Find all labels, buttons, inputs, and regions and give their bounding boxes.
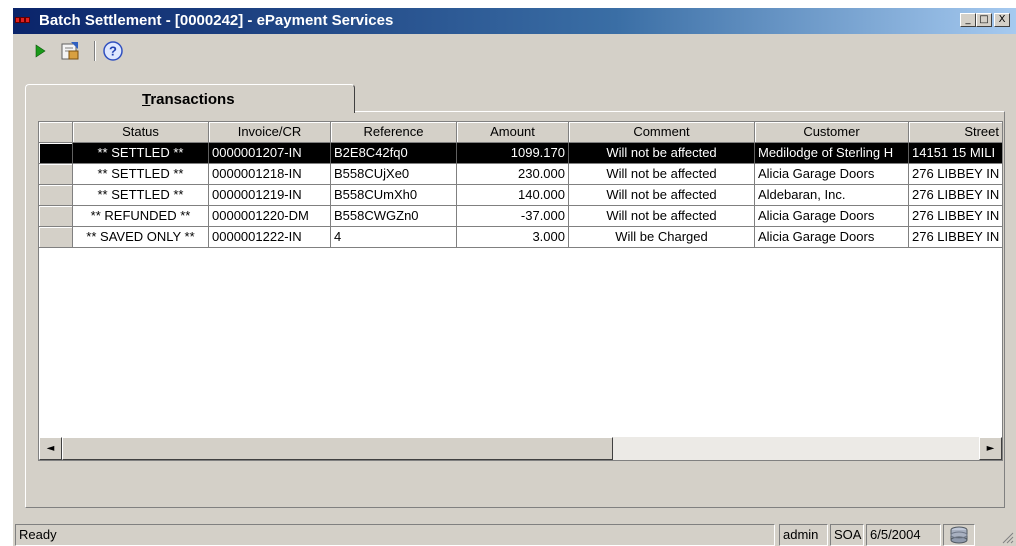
column-header-customer[interactable]: Customer <box>755 122 909 143</box>
toolbar-separator <box>94 41 96 61</box>
table-row[interactable]: ** SAVED ONLY ** 0000001222-IN 4 3.000 W… <box>39 227 1002 248</box>
column-header-invoice[interactable]: Invoice/CR <box>209 122 331 143</box>
import-icon[interactable] <box>59 40 81 62</box>
help-icon[interactable]: ? <box>102 40 124 62</box>
title-bar[interactable]: Batch Settlement - [0000242] - ePayment … <box>13 8 1016 34</box>
table-row[interactable]: ** REFUNDED ** 0000001220-DM B558CWGZn0 … <box>39 206 1002 227</box>
horizontal-scrollbar[interactable]: ◄ ► <box>39 437 1002 460</box>
cell-amount: 140.000 <box>457 185 569 206</box>
cell-customer: Alicia Garage Doors <box>755 206 909 227</box>
cell-customer: Alicia Garage Doors <box>755 164 909 185</box>
status-company: SOA <box>830 524 864 546</box>
toolbar: ? <box>13 34 1016 68</box>
cell-comment: Will be Charged <box>569 227 755 248</box>
cell-amount: 230.000 <box>457 164 569 185</box>
minimize-button[interactable]: _ <box>960 13 976 27</box>
cell-invoice: 0000001220-DM <box>209 206 331 227</box>
column-header-reference[interactable]: Reference <box>331 122 457 143</box>
cell-reference: B558CWGZn0 <box>331 206 457 227</box>
row-selector[interactable] <box>39 164 73 185</box>
cell-status: ** SETTLED ** <box>73 164 209 185</box>
window-title: Batch Settlement - [0000242] - ePayment … <box>39 12 394 29</box>
table-row[interactable]: ** SETTLED ** 0000001207-IN B2E8C42fq0 1… <box>39 143 1002 164</box>
cell-status: ** SETTLED ** <box>73 185 209 206</box>
table-row[interactable]: ** SETTLED ** 0000001218-IN B558CUjXe0 2… <box>39 164 1002 185</box>
cell-customer: Alicia Garage Doors <box>755 227 909 248</box>
database-icon[interactable] <box>943 524 975 546</box>
cell-street: 276 LIBBEY IN <box>909 164 1002 185</box>
scroll-left-button[interactable]: ◄ <box>39 437 62 460</box>
cell-street: 14151 15 MILI <box>909 143 1002 164</box>
column-header-comment[interactable]: Comment <box>569 122 755 143</box>
batch-settlement-window: Batch Settlement - [0000242] - ePayment … <box>12 8 1016 546</box>
cell-reference: B2E8C42fq0 <box>331 143 457 164</box>
row-selector[interactable] <box>39 143 73 164</box>
cell-customer: Medilodge of Sterling H <box>755 143 909 164</box>
cell-amount: -37.000 <box>457 206 569 227</box>
cell-street: 276 LIBBEY IN <box>909 227 1002 248</box>
cell-amount: 3.000 <box>457 227 569 248</box>
status-bar: Ready admin SOA 6/5/2004 <box>13 520 1016 546</box>
column-header-amount[interactable]: Amount <box>457 122 569 143</box>
cell-status: ** REFUNDED ** <box>73 206 209 227</box>
cell-invoice: 0000001218-IN <box>209 164 331 185</box>
cell-street: 276 LIBBEY IN <box>909 206 1002 227</box>
cell-comment: Will not be affected <box>569 206 755 227</box>
tab-transactions[interactable]: Transactions <box>25 84 355 113</box>
cell-amount: 1099.170 <box>457 143 569 164</box>
cell-invoice: 0000001207-IN <box>209 143 331 164</box>
cell-customer: Aldebaran, Inc. <box>755 185 909 206</box>
column-header-status[interactable]: Status <box>73 122 209 143</box>
status-date: 6/5/2004 <box>866 524 941 546</box>
header-row-selector[interactable] <box>39 122 73 143</box>
cell-invoice: 0000001222-IN <box>209 227 331 248</box>
svg-text:?: ? <box>109 44 117 59</box>
cell-status: ** SETTLED ** <box>73 143 209 164</box>
cell-comment: Will not be affected <box>569 164 755 185</box>
cell-reference: B558CUmXh0 <box>331 185 457 206</box>
maximize-button[interactable]: □ <box>976 13 992 27</box>
row-selector[interactable] <box>39 227 73 248</box>
resize-grip-icon[interactable] <box>1002 531 1014 544</box>
cell-reference: B558CUjXe0 <box>331 164 457 185</box>
grid-header-row: Status Invoice/CR Reference Amount Comme… <box>39 122 1002 143</box>
cell-comment: Will not be affected <box>569 143 755 164</box>
status-message: Ready <box>15 524 775 546</box>
row-selector[interactable] <box>39 206 73 227</box>
row-selector[interactable] <box>39 185 73 206</box>
status-user: admin <box>779 524 828 546</box>
cell-reference: 4 <box>331 227 457 248</box>
app-icon <box>15 17 30 25</box>
scroll-right-button[interactable]: ► <box>979 437 1002 460</box>
cell-status: ** SAVED ONLY ** <box>73 227 209 248</box>
tab-transactions-label: Transactions <box>142 91 235 108</box>
table-row[interactable]: ** SETTLED ** 0000001219-IN B558CUmXh0 1… <box>39 185 1002 206</box>
play-icon[interactable] <box>29 40 51 62</box>
scrollbar-thumb[interactable] <box>62 437 613 460</box>
close-button[interactable]: X <box>994 13 1010 27</box>
cell-street: 276 LIBBEY IN <box>909 185 1002 206</box>
column-header-street[interactable]: Street <box>909 122 1002 143</box>
transactions-grid[interactable]: Status Invoice/CR Reference Amount Comme… <box>38 121 1003 461</box>
cell-invoice: 0000001219-IN <box>209 185 331 206</box>
cell-comment: Will not be affected <box>569 185 755 206</box>
